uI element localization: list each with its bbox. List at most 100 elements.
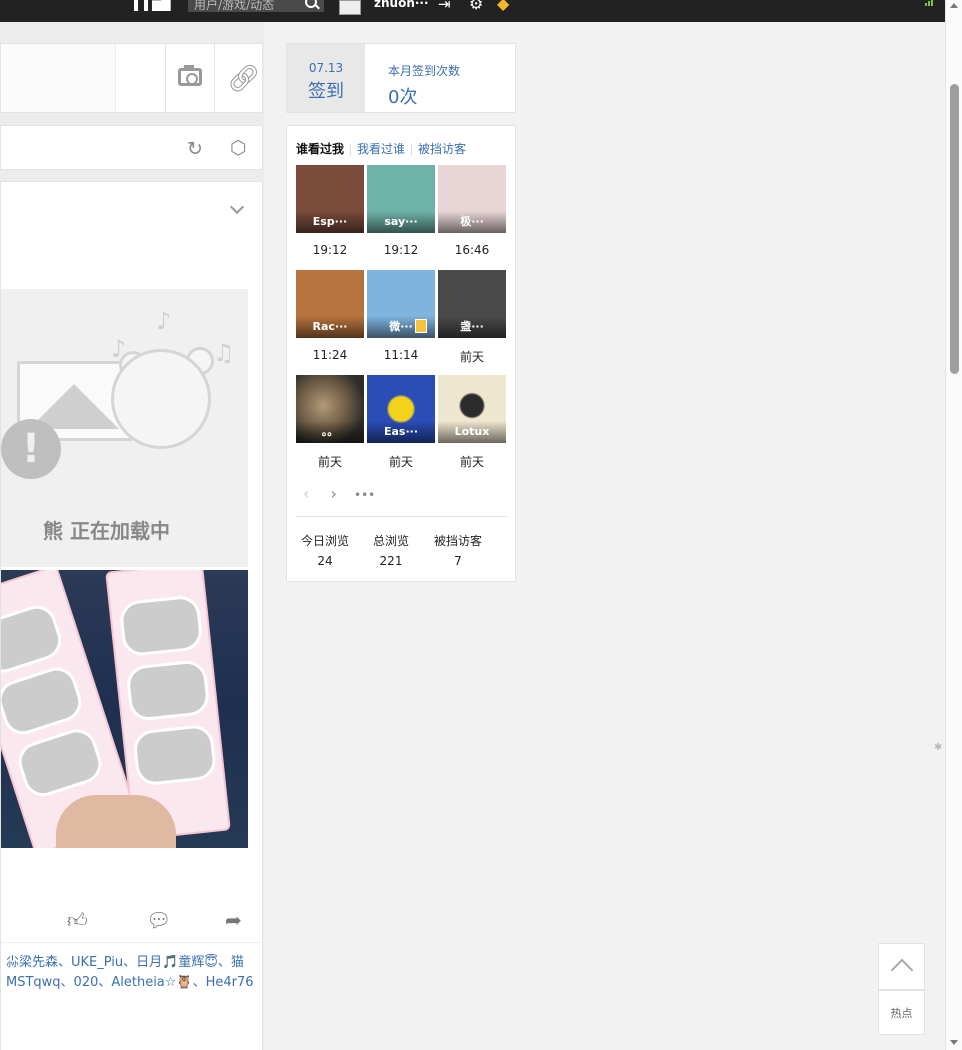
signal-icon [925,0,935,6]
music-note-icon: ♪ [156,307,172,335]
comment-icon[interactable]: 💬︎ [146,908,171,932]
visitor-item[interactable]: Rac··· 11:24 [296,270,364,362]
signin-date: 07.13 [308,61,344,75]
like-icon[interactable]: 👍︎ [67,908,88,933]
visitor-item[interactable]: 。。 前天 [296,375,364,469]
visitor-time: 19:12 [312,243,348,257]
feed-post: ♪ ♪ ♫ ! 熊 正在加载中 👍︎ 💬︎ ➦ 尛梁先森、UKE_Piu、日月🎵… [0,181,264,1050]
visitor-avatar[interactable]: Esp··· [296,165,364,233]
visitor-avatar[interactable]: 极··· [438,165,506,233]
visitors-card: 谁看过我 我看过谁 被挡访客 Esp··· 19:12 say··· 19:12 极… [286,125,516,582]
pause-icon[interactable]: ❚❚ [131,0,151,11]
visitor-avatar[interactable]: Rac··· [296,270,364,338]
scrollbar-thumb[interactable] [950,84,959,374]
post-composer: 🔗︎ [0,43,263,113]
visitor-time: 前天 [459,455,484,469]
top-navigation-bar: ❚❚ ▆▇ 用户/游戏/动态 zhuoh··· ⇥ ⚙ ◆ [0,0,945,22]
share-icon[interactable]: ➦ [225,908,242,932]
post-actions: 👍︎ 💬︎ ➦ [1,908,264,940]
settings-hex-icon[interactable]: ⬡ [230,138,250,158]
back-to-top-button[interactable] [878,943,925,990]
visitor-avatar[interactable]: Lotux [438,375,506,443]
visitor-name: 。。 [296,421,364,443]
search-input[interactable]: 用户/游戏/动态 [188,0,324,12]
diamond-icon[interactable]: ◆ [497,0,509,13]
visitor-item[interactable]: Esp··· 19:12 [296,165,364,257]
visitor-name: Lotux [438,421,506,443]
vip-badge-icon [415,319,427,333]
visitor-name: say··· [367,211,435,233]
visitor-time: 16:46 [454,243,490,257]
visitor-pager: ‹ › ••• [303,484,375,503]
chevron-down-icon[interactable] [229,199,245,215]
tab-who-viewed-me[interactable]: 谁看过我 [296,140,344,157]
visitor-name: Esp··· [296,211,364,233]
scroll-down-icon[interactable] [950,1040,958,1045]
signin-month-label: 本月签到次数 [388,64,461,78]
visitor-avatar[interactable]: 盏··· [438,270,506,338]
tab-blocked-visitors[interactable]: 被挡访客 [418,140,466,157]
visitor-item[interactable]: 盏··· 前天 [438,270,506,364]
visitor-avatar[interactable]: 微··· [367,270,435,338]
puzzle-icon[interactable]: ✱ [934,742,942,753]
stat-value: 221 [379,554,403,568]
visitor-item[interactable]: 微··· 11:14 [367,270,435,362]
refresh-icon[interactable]: ↻ [187,138,203,160]
hot-button[interactable]: 热点 [878,990,925,1035]
visitor-avatar[interactable]: 。。 [296,375,364,443]
search-icon[interactable] [305,0,317,8]
visitor-time: 前天 [388,455,413,469]
visitor-time: 19:12 [383,243,419,257]
next-page-icon[interactable]: › [331,484,337,503]
stat-today-views: 今日浏览 24 [299,532,351,568]
visitor-item[interactable]: 极··· 16:46 [438,165,506,257]
music-note-icon: ♪ [111,335,127,363]
alert-icon: ! [1,419,61,479]
stat-label: 总浏览 [372,534,409,548]
stat-label: 被挡访客 [433,534,482,548]
visitor-item[interactable]: say··· 19:12 [367,165,435,257]
stat-total-views: 总浏览 221 [367,532,415,568]
visitor-item[interactable]: Lotux 前天 [438,375,506,469]
bear-illustration [111,349,211,449]
like-list: 尛梁先森、UKE_Piu、日月🎵童辉😇、猫 MSTqwq、020、Alethei… [1,942,264,993]
like-list-line[interactable]: MSTqwq、020、Aletheia☆🦉、He4r76 [6,973,264,993]
visitor-tabs: 谁看过我 我看过谁 被挡访客 [296,140,466,157]
visitor-name: 盏··· [438,316,506,338]
stat-label: 今日浏览 [300,534,349,548]
avatar[interactable] [339,0,361,15]
camera-icon [178,65,202,86]
stat-value: 24 [317,554,333,568]
visitor-avatar[interactable]: say··· [367,165,435,233]
scrollbar[interactable] [945,0,962,1050]
stat-value: 7 [454,554,462,568]
prev-page-icon[interactable]: ‹ [303,484,309,503]
hand-shape [56,795,176,848]
gear-icon[interactable]: ⚙ [469,0,483,13]
scroll-up-icon[interactable] [950,3,958,8]
visitor-time: 11:14 [383,348,419,362]
more-icon[interactable]: ••• [354,488,375,502]
loading-text: 熊 正在加载中 [43,519,170,543]
music-note-icon: ♫ [213,339,235,367]
signin-stats: 本月签到次数 0次 [388,62,460,109]
visitor-avatar[interactable]: Eas··· [367,375,435,443]
visitor-item[interactable]: Eas··· 前天 [367,375,435,469]
post-photo[interactable] [1,570,248,848]
attach-link-button[interactable]: 🔗︎ [214,44,263,112]
signin-month-count: 0次 [388,87,418,108]
post-text-field[interactable] [1,44,116,112]
visitor-name: 极··· [438,211,506,233]
username[interactable]: zhuoh··· [374,0,429,10]
like-list-line[interactable]: 尛梁先森、UKE_Piu、日月🎵童辉😇、猫 [6,953,264,973]
visitor-name: Eas··· [367,421,435,443]
upload-image-button[interactable] [165,44,214,112]
visitor-time: 11:24 [312,348,348,362]
signin-label: 签到 [308,81,344,102]
chart-icon[interactable]: ▆▇ [152,0,170,11]
visitor-time: 前天 [317,455,342,469]
logout-icon[interactable]: ⇥ [438,0,451,13]
stat-blocked-visitors[interactable]: 被挡访客 7 [432,532,484,568]
tab-i-viewed[interactable]: 我看过谁 [357,140,405,157]
signin-button[interactable]: 07.13 签到 [287,44,365,112]
